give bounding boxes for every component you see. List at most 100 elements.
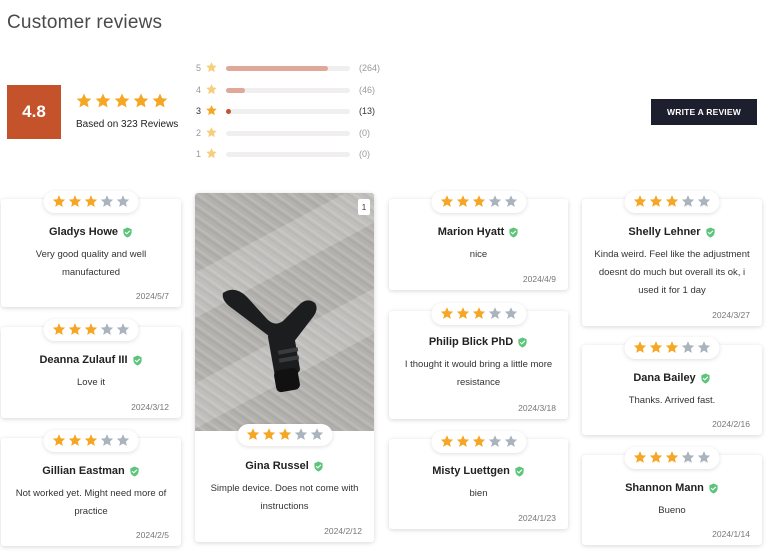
review-card[interactable]: Deanna Zulauf III Love it 2024/3/12 <box>1 319 181 418</box>
star-icon <box>52 434 66 446</box>
distribution-bar <box>226 130 350 136</box>
reviewer-name-text: Gillian Eastman <box>42 465 125 477</box>
star-icon <box>488 435 501 447</box>
review-card[interactable]: Gladys Howe Very good quality and well m… <box>1 191 181 307</box>
star-icon <box>84 195 98 207</box>
review-card[interactable]: Marion Hyatt nice 2024/4/9 <box>389 191 568 290</box>
review-card[interactable]: Misty Luettgen bien 2024/1/23 <box>389 431 568 529</box>
review-text: nice <box>469 249 488 260</box>
distribution-star-label: 5 <box>196 63 202 73</box>
review-card[interactable]: 1 Gina Russel Simple device. Does not co… <box>195 193 374 542</box>
review-date: 2024/3/12 <box>131 402 169 412</box>
review-text: Simple device. Does not come with instru… <box>210 483 359 512</box>
review-count: Based on 323 Reviews <box>76 119 179 130</box>
distribution-count: (264) <box>359 63 381 73</box>
distribution-count: (0) <box>359 149 370 159</box>
shield-check-icon <box>130 465 139 477</box>
review-date: 2024/2/12 <box>324 526 362 536</box>
star-icon <box>649 195 663 207</box>
star-icon <box>294 428 307 440</box>
distribution-bar <box>226 152 350 157</box>
verified-badge-icon <box>129 465 140 477</box>
star-icon <box>665 451 679 463</box>
review-stars <box>43 191 139 213</box>
star-icon <box>52 323 66 335</box>
star-icon <box>472 307 485 319</box>
shield-check-icon <box>518 336 527 348</box>
star-icon <box>84 434 98 446</box>
star-icon <box>100 195 114 207</box>
distribution-count: (13) <box>359 106 376 116</box>
review-photo[interactable]: 1 <box>195 193 374 431</box>
verified-badge-icon <box>517 336 528 348</box>
review-date: 2024/1/14 <box>712 529 750 539</box>
star-icon <box>504 307 517 319</box>
review-stars <box>431 303 526 325</box>
star-icon <box>84 323 98 335</box>
star-icon <box>456 195 469 207</box>
star-icon <box>488 307 501 319</box>
star-icon <box>665 341 679 353</box>
review-text: I thought it would bring a little more r… <box>404 359 553 388</box>
star-icon <box>152 93 168 108</box>
star-icon <box>262 428 275 440</box>
star-icon <box>116 195 130 207</box>
review-text: Kinda weird. Feel like the adjustment do… <box>594 249 750 296</box>
star-icon <box>278 428 291 440</box>
shield-check-icon <box>509 226 518 238</box>
review-date: 2024/3/27 <box>712 310 750 320</box>
reviewer-name: Shelly Lehner <box>582 226 762 238</box>
star-icon <box>472 195 485 207</box>
star-icon <box>246 428 259 440</box>
shield-check-icon <box>515 465 524 477</box>
review-card[interactable]: Gillian Eastman Not worked yet. Might ne… <box>1 430 181 546</box>
review-card[interactable]: Shannon Mann Bueno 2024/1/14 <box>582 447 762 545</box>
star-icon <box>133 93 149 108</box>
product-image <box>222 289 317 393</box>
reviewer-name: Marion Hyatt <box>389 226 568 238</box>
reviewer-name: Gillian Eastman <box>1 465 181 477</box>
star-icon <box>697 451 711 463</box>
review-stars <box>624 191 720 213</box>
star-icon <box>206 62 217 73</box>
distribution-bar <box>226 87 350 93</box>
distribution-bar <box>226 66 350 71</box>
star-icon <box>206 83 217 94</box>
star-icon <box>633 195 647 207</box>
review-text: Not worked yet. Might need more of pract… <box>15 488 167 517</box>
verified-badge-icon <box>122 226 133 238</box>
write-review-button[interactable]: WRITE A REVIEW <box>651 99 757 125</box>
shield-check-icon <box>314 460 323 472</box>
average-score: 4.8 <box>7 85 61 139</box>
shield-check-icon <box>705 226 715 238</box>
verified-badge-icon <box>313 460 324 472</box>
star-icon <box>205 104 218 122</box>
distribution-star-label: 2 <box>196 127 202 138</box>
star-icon <box>681 195 695 207</box>
review-stars <box>431 431 526 453</box>
review-card[interactable]: Philip Blick PhD I thought it would brin… <box>389 303 568 419</box>
review-date: 2024/4/9 <box>522 274 556 284</box>
review-stars <box>237 424 332 446</box>
page-title: Customer reviews <box>7 12 163 33</box>
distribution-bar-fill <box>226 109 231 114</box>
reviewer-name: Philip Blick PhD <box>389 336 568 348</box>
star-icon <box>205 147 218 165</box>
reviewer-name-text: Deanna Zulauf III <box>39 354 128 366</box>
star-icon <box>488 195 501 207</box>
verified-badge-icon <box>705 226 716 238</box>
star-icon <box>76 93 92 108</box>
review-text: Love it <box>77 377 105 388</box>
shield-check-icon <box>709 482 718 494</box>
star-icon <box>206 105 217 116</box>
review-text: bien <box>469 488 488 499</box>
reviewer-name-text: Shelly Lehner <box>628 226 701 238</box>
distribution-count: (46) <box>359 84 376 95</box>
review-text: Very good quality and well manufactured <box>35 249 147 278</box>
review-date: 2024/2/5 <box>135 530 169 540</box>
star-icon <box>681 451 695 463</box>
star-icon <box>116 323 130 335</box>
review-card[interactable]: Shelly Lehner Kinda weird. Feel like the… <box>582 191 762 326</box>
star-icon <box>681 341 695 353</box>
review-card[interactable]: Dana Bailey Thanks. Arrived fast. 2024/2… <box>582 337 762 435</box>
